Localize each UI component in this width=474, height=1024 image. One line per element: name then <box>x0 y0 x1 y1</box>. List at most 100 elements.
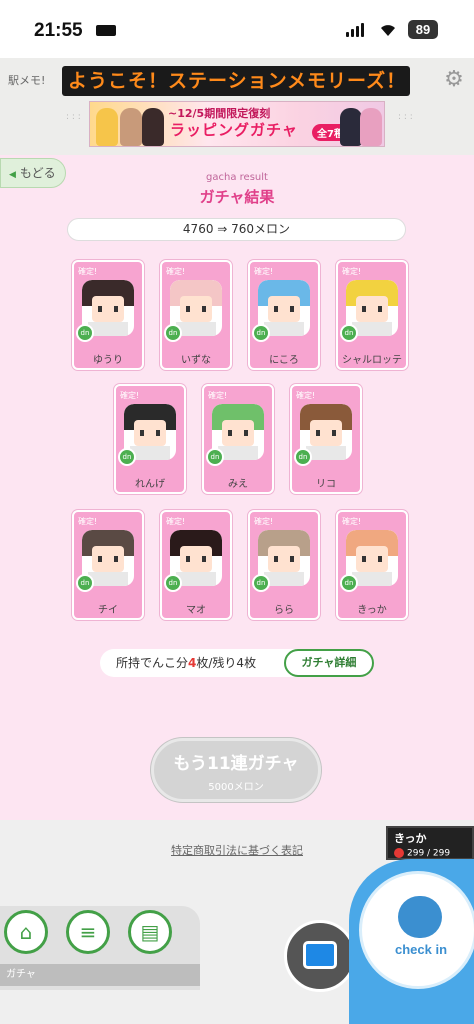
character-name: ゆうり <box>93 355 123 366</box>
player-status[interactable]: きっか 299 / 299 <box>386 826 474 860</box>
dots-decoration: : : : <box>398 112 413 122</box>
banner-character <box>96 108 118 146</box>
denco-type-icon: dn <box>340 324 358 342</box>
cellular-signal-icon <box>346 22 364 37</box>
draw-again-label: もう11連ガチャ <box>173 754 299 774</box>
news-ticker[interactable]: ようこそ！ステーションメモリーズ！ <box>62 66 410 96</box>
character-eyes <box>316 430 336 436</box>
result-card[interactable]: 確定! dn れんげ <box>114 384 186 494</box>
result-card[interactable]: 確定! dn みえ <box>202 384 274 494</box>
guaranteed-tag: 確定! <box>166 267 186 276</box>
guaranteed-tag: 確定! <box>342 267 362 276</box>
dots-decoration: : : : <box>66 112 81 122</box>
character-name: マオ <box>186 605 206 616</box>
event-banner[interactable]: ~12/5期間限定復刻 ラッピングガチャ 全7種 <box>89 101 385 147</box>
character-body <box>176 322 216 336</box>
guaranteed-tag: 確定! <box>166 517 186 526</box>
denco-type-icon: dn <box>294 448 312 466</box>
character-eyes <box>362 306 382 312</box>
checkin-icon <box>398 896 442 938</box>
character-body <box>218 446 258 460</box>
list-icon[interactable]: ≡ <box>66 910 110 954</box>
guaranteed-tag: 確定! <box>120 391 140 400</box>
status-bar: 21:55 89 <box>0 0 474 58</box>
ticket-mid: 枚/残り <box>196 656 237 670</box>
character-body <box>176 572 216 586</box>
character-name: チイ <box>98 605 118 616</box>
hp-icon <box>394 848 404 858</box>
denco-type-icon: dn <box>76 324 94 342</box>
guaranteed-tag: 確定! <box>208 391 228 400</box>
character-eyes <box>362 556 382 562</box>
denco-type-icon: dn <box>164 324 182 342</box>
character-name: リコ <box>316 479 336 490</box>
character-body <box>88 572 128 586</box>
result-card[interactable]: 確定! dn マオ <box>160 510 232 620</box>
app-logo[interactable]: 駅メモ! <box>8 72 45 88</box>
character-body <box>130 446 170 460</box>
result-card[interactable]: 確定! dn リコ <box>290 384 362 494</box>
result-card[interactable]: 確定! dn いずな <box>160 260 232 370</box>
banner-character <box>340 108 362 146</box>
guaranteed-tag: 確定! <box>78 517 98 526</box>
character-eyes <box>98 306 118 312</box>
checkin-button[interactable]: check in <box>349 859 474 1024</box>
battery-indicator: 89 <box>408 20 438 39</box>
result-card[interactable]: 確定! dn にころ <box>248 260 320 370</box>
ticket-suffix: 枚 <box>244 656 257 670</box>
denco-type-icon: dn <box>252 574 270 592</box>
player-hp: 299 / 299 <box>407 848 451 859</box>
character-body <box>264 572 304 586</box>
page-subtitle: gacha result <box>206 172 268 183</box>
result-card[interactable]: 確定! dn シャルロッテ <box>336 260 408 370</box>
banner-character <box>360 108 382 146</box>
character-name: にころ <box>269 355 299 366</box>
character-eyes <box>98 556 118 562</box>
guaranteed-tag: 確定! <box>78 267 98 276</box>
result-card[interactable]: 確定! dn らら <box>248 510 320 620</box>
character-name: いずな <box>181 355 211 366</box>
melon-cost-summary: 4760 ⇒ 760メロン <box>67 218 406 241</box>
gear-icon[interactable]: ⚙ <box>442 68 466 92</box>
sleep-icon <box>96 25 116 36</box>
result-card[interactable]: 確定! dn きっか <box>336 510 408 620</box>
character-body <box>352 322 392 336</box>
character-eyes <box>140 430 160 436</box>
denco-type-icon: dn <box>340 574 358 592</box>
character-eyes <box>274 306 294 312</box>
guaranteed-tag: 確定! <box>254 517 274 526</box>
denco-type-icon: dn <box>118 448 136 466</box>
character-body <box>88 322 128 336</box>
player-name: きっか <box>394 832 427 845</box>
denco-type-icon: dn <box>252 324 270 342</box>
guaranteed-tag: 確定! <box>254 267 274 276</box>
character-name: みえ <box>228 479 248 490</box>
draw-again-button[interactable]: もう11連ガチャ 5000メロン <box>151 738 321 802</box>
checkin-inner: check in <box>359 871 474 989</box>
character-eyes <box>228 430 248 436</box>
gacha-detail-button[interactable]: ガチャ詳細 <box>284 649 374 677</box>
guaranteed-tag: 確定! <box>342 517 362 526</box>
character-eyes <box>274 556 294 562</box>
banner-character <box>142 108 164 146</box>
checkin-label: check in <box>394 942 448 957</box>
train-icon[interactable]: ▤ <box>128 910 172 954</box>
home-icon[interactable]: ⌂ <box>4 910 48 954</box>
denco-type-icon: dn <box>164 574 182 592</box>
denco-type-icon: dn <box>206 448 224 466</box>
result-card[interactable]: 確定! dn ゆうり <box>72 260 144 370</box>
page-title: ガチャ結果 <box>199 188 275 206</box>
nav-current-label: ガチャ <box>0 964 200 986</box>
melon-cost-text: 4760 ⇒ 760メロン <box>182 222 291 236</box>
character-eyes <box>186 306 206 312</box>
character-eyes <box>186 556 206 562</box>
ticket-prefix: 所持でんこ分 <box>116 656 189 670</box>
result-card[interactable]: 確定! dn チイ <box>72 510 144 620</box>
draw-again-cost: 5000メロン <box>208 782 264 793</box>
toolbox-button[interactable] <box>284 920 356 992</box>
character-body <box>306 446 346 460</box>
denco-type-icon: dn <box>76 574 94 592</box>
character-name: シャルロッテ <box>342 355 402 366</box>
character-name: きっか <box>357 605 387 616</box>
character-name: らら <box>274 605 294 616</box>
